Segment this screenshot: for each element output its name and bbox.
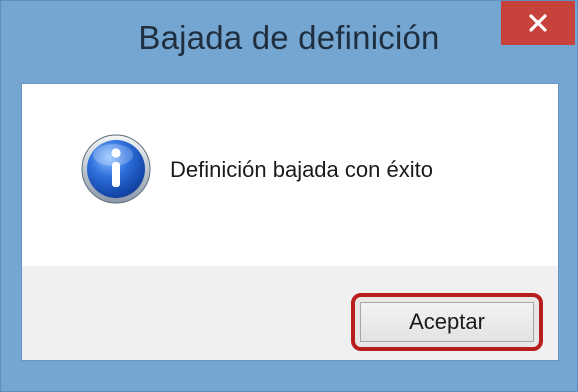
title-bar[interactable]: Bajada de definición [1, 1, 577, 83]
message-area: Definición bajada con éxito [22, 84, 558, 266]
dialog-body: Definición bajada con éxito Aceptar [21, 83, 559, 361]
dialog-title: Bajada de definición [138, 19, 440, 56]
information-icon [81, 134, 151, 204]
message-text: Definición bajada con éxito [170, 157, 433, 182]
close-icon [529, 14, 547, 32]
button-bar: Aceptar [22, 266, 558, 360]
accept-button[interactable]: Aceptar [351, 293, 543, 351]
accept-button-label: Aceptar [409, 309, 485, 334]
dialog-window: Bajada de definición Definición bajada c… [0, 0, 578, 392]
close-button[interactable] [501, 1, 575, 45]
